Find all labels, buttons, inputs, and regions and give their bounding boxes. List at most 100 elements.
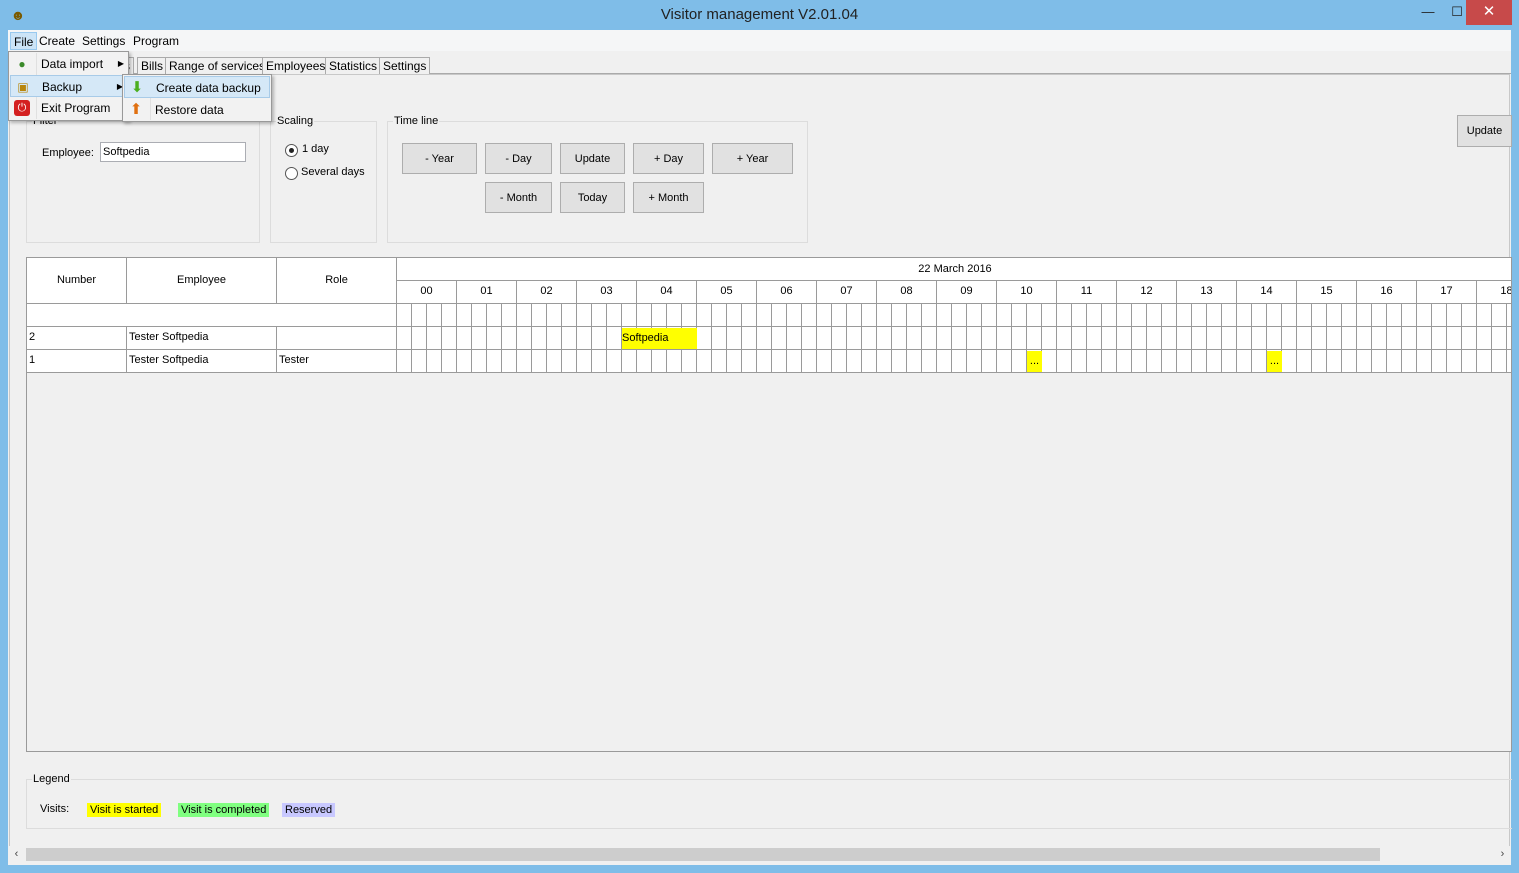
time-slot[interactable] (427, 304, 442, 327)
time-slot[interactable] (1012, 327, 1027, 350)
time-slot[interactable] (802, 350, 817, 373)
time-slot[interactable] (457, 327, 472, 350)
row-role-cell[interactable]: Tester (277, 350, 397, 373)
time-slot[interactable] (622, 304, 637, 327)
time-slot[interactable] (937, 304, 952, 327)
time-slot[interactable] (1177, 327, 1192, 350)
time-slot[interactable] (1177, 304, 1192, 327)
time-slot[interactable] (1267, 327, 1282, 350)
time-slot[interactable] (1297, 304, 1312, 327)
time-slot[interactable] (622, 350, 637, 373)
time-slot[interactable] (1132, 327, 1147, 350)
time-slot[interactable] (922, 304, 937, 327)
tab-range-of-services[interactable]: Range of services (165, 57, 270, 75)
time-slot[interactable] (427, 350, 442, 373)
time-slot[interactable] (1027, 327, 1042, 350)
tab-employees[interactable]: Employees (262, 57, 330, 75)
row-number-cell[interactable]: 2 (27, 327, 127, 350)
menu-settings[interactable]: Settings (79, 32, 128, 50)
radio-1-day-label[interactable]: 1 day (302, 143, 329, 155)
time-slot[interactable] (832, 327, 847, 350)
time-slot[interactable] (1417, 350, 1432, 373)
menu-program[interactable]: Program (130, 32, 182, 50)
time-slot[interactable] (562, 304, 577, 327)
time-slot[interactable] (1057, 350, 1072, 373)
radio-1-day[interactable] (285, 144, 298, 157)
time-slot[interactable] (1102, 350, 1117, 373)
time-slot[interactable] (1507, 350, 1511, 373)
time-slot[interactable] (517, 350, 532, 373)
time-slot[interactable] (862, 304, 877, 327)
time-slot[interactable] (1282, 350, 1297, 373)
time-slot[interactable] (637, 350, 652, 373)
time-slot[interactable] (907, 304, 922, 327)
time-slot[interactable] (592, 304, 607, 327)
time-slot[interactable] (1162, 327, 1177, 350)
time-slot[interactable] (1417, 304, 1432, 327)
time-slot[interactable] (1312, 350, 1327, 373)
time-slot[interactable] (847, 327, 862, 350)
time-slot[interactable] (1492, 304, 1507, 327)
time-slot[interactable] (412, 350, 427, 373)
time-slot[interactable] (1507, 304, 1511, 327)
scroll-thumb[interactable] (26, 848, 1380, 861)
time-slot[interactable] (1192, 350, 1207, 373)
time-slot[interactable] (592, 327, 607, 350)
time-slot[interactable] (1162, 350, 1177, 373)
row-number-cell[interactable]: 1 (27, 350, 127, 373)
time-slot[interactable] (1042, 350, 1057, 373)
time-slot[interactable] (757, 304, 772, 327)
radio-several-days-label[interactable]: Several days (301, 166, 365, 178)
schedule-grid[interactable]: Number Employee Role 22 March 2016 00 01 0… (26, 257, 1512, 752)
time-slot[interactable] (712, 350, 727, 373)
time-slot[interactable] (997, 304, 1012, 327)
time-slot[interactable] (682, 350, 697, 373)
time-slot[interactable] (1447, 327, 1462, 350)
time-slot[interactable] (1372, 304, 1387, 327)
time-slot[interactable] (1057, 327, 1072, 350)
time-slot[interactable] (1282, 304, 1297, 327)
time-slot[interactable] (1132, 304, 1147, 327)
time-slot[interactable] (1342, 350, 1357, 373)
time-slot[interactable] (487, 327, 502, 350)
time-slot[interactable] (397, 350, 412, 373)
time-slot[interactable] (457, 350, 472, 373)
time-slot[interactable] (427, 327, 442, 350)
time-slot[interactable] (1492, 327, 1507, 350)
menu-file[interactable]: File (10, 32, 38, 50)
minus-month-button[interactable]: - Month (485, 182, 552, 213)
time-slot[interactable] (532, 304, 547, 327)
menu-item-backup[interactable]: ▣ Backup ▶ (10, 75, 127, 97)
time-slot[interactable] (502, 304, 517, 327)
time-slot[interactable] (1102, 327, 1117, 350)
time-slot[interactable] (652, 304, 667, 327)
time-slot[interactable] (442, 350, 457, 373)
time-slot[interactable] (547, 327, 562, 350)
time-slot[interactable] (967, 327, 982, 350)
time-slot[interactable] (757, 350, 772, 373)
time-slot[interactable] (1117, 304, 1132, 327)
time-slot[interactable] (1357, 327, 1372, 350)
col-header-role[interactable]: Role (277, 258, 397, 304)
visit-event[interactable]: Softpedia (622, 328, 697, 349)
time-slot[interactable] (1162, 304, 1177, 327)
time-slot[interactable] (697, 327, 712, 350)
time-slot[interactable] (1207, 327, 1222, 350)
time-slot[interactable] (1237, 304, 1252, 327)
time-slot[interactable] (1297, 327, 1312, 350)
menu-item-restore-data[interactable]: ⬆ Restore data (124, 99, 270, 121)
row-employee-cell[interactable]: Tester Softpedia (127, 327, 277, 350)
time-slot[interactable] (697, 304, 712, 327)
time-slot[interactable] (802, 304, 817, 327)
time-slot[interactable] (472, 350, 487, 373)
time-slot[interactable] (847, 304, 862, 327)
time-slot[interactable] (772, 304, 787, 327)
time-slot[interactable] (1072, 304, 1087, 327)
time-slot[interactable] (1222, 304, 1237, 327)
time-slot[interactable] (1372, 327, 1387, 350)
time-slot[interactable] (817, 304, 832, 327)
time-slot[interactable] (1192, 327, 1207, 350)
time-slot[interactable] (652, 350, 667, 373)
time-slot[interactable] (727, 350, 742, 373)
scroll-left-icon[interactable]: ‹ (8, 846, 25, 863)
